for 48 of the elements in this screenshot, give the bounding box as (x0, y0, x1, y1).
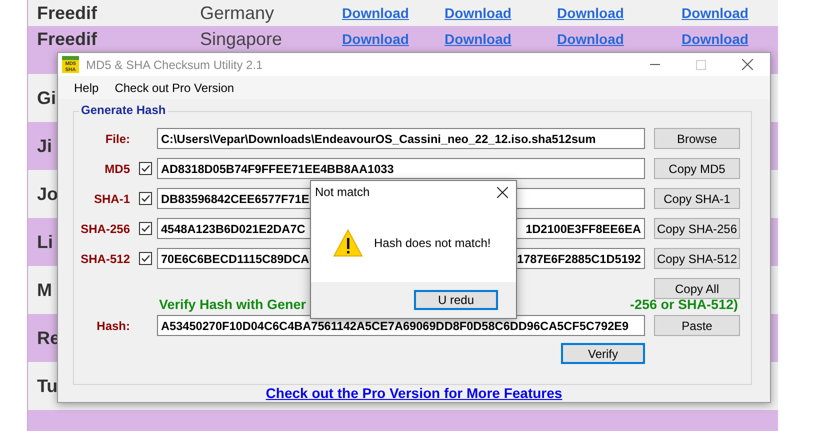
field-label: Hash: (96, 318, 130, 332)
checkbox[interactable] (139, 222, 152, 235)
country-name: Germany (200, 2, 274, 24)
verify-button[interactable]: Verify (561, 343, 645, 364)
mirror-name: Freedif (37, 29, 98, 50)
paste-button[interactable]: Paste (654, 315, 740, 336)
warning-icon (333, 228, 363, 256)
field-label: File: (105, 132, 130, 146)
field-label: MD5 (104, 162, 130, 176)
pro-version-link[interactable]: Check out the Pro Version for More Features (266, 385, 562, 401)
text-field[interactable]: AD8318D05B74F9FFEE71EE4BB8AA1033 (157, 158, 645, 179)
verify-heading: -256 or SHA-512) (630, 296, 738, 312)
checkbox[interactable] (139, 162, 152, 175)
browse-button[interactable]: Browse (654, 128, 740, 149)
copy-button[interactable]: Copy MD5 (654, 158, 740, 179)
download-link[interactable]: Download (342, 2, 409, 24)
download-link[interactable]: Download (444, 2, 512, 24)
mirror-name: Li (37, 232, 53, 252)
mirror-name: M (37, 280, 52, 300)
field-label: SHA-256 (80, 222, 130, 236)
dialog-message: Hash does not match! (374, 236, 491, 250)
copy-button[interactable]: Copy SHA-512 (654, 248, 740, 269)
mirror-name: Gi (37, 88, 56, 108)
mirror-name: Freedif (37, 2, 98, 24)
copy-all-button[interactable]: Copy All (654, 278, 740, 299)
menu-item[interactable]: Help (66, 78, 107, 96)
download-link[interactable]: Download (557, 2, 624, 24)
verify-heading: Verify Hash with Gener (159, 296, 306, 312)
field-label: SHA-1 (94, 192, 130, 206)
mirror-name: Ji (37, 136, 52, 156)
dialog-title: Not match (315, 185, 370, 199)
text-field[interactable]: C:\Users\Vepar\Downloads\EndeavourOS_Cassini_neo_22_12.iso.sha512sum (157, 128, 645, 149)
mirror-name: Tu (37, 376, 58, 396)
close-icon[interactable] (742, 59, 752, 70)
copy-button[interactable]: Copy SHA-256 (654, 218, 740, 239)
ok-button[interactable]: U redu (414, 290, 498, 310)
download-link[interactable]: Download (682, 2, 748, 24)
copy-button[interactable]: Copy SHA-1 (654, 188, 740, 209)
menu-item[interactable]: Check out Pro Version (106, 78, 242, 96)
country-name: Singapore (200, 29, 282, 50)
checkbox[interactable] (139, 252, 152, 265)
mirror-name: Jo (37, 184, 58, 204)
group-title: Generate Hash (79, 103, 168, 117)
close-icon[interactable] (497, 186, 508, 198)
field-label: SHA-512 (80, 252, 130, 266)
window-title: MD5 & SHA Checksum Utility 2.1 (86, 58, 263, 72)
text-field[interactable]: A53450270F10D04C6C4BA7561142A5CE7A69069DD8F0D58C6DD96CA5CF5C792E9 (157, 315, 645, 336)
checkbox[interactable] (139, 192, 152, 205)
